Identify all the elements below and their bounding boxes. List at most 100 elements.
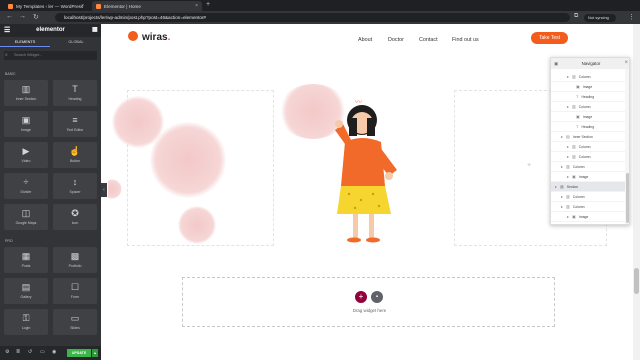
take-test-button[interactable]: Take Test bbox=[531, 32, 568, 44]
widget-text-editor[interactable]: ≡ Text Editor bbox=[53, 111, 97, 137]
widget-posts[interactable]: ▦ Posts bbox=[4, 247, 48, 273]
widget-icon[interactable]: ✪ Icon bbox=[53, 204, 97, 230]
widget-label: Inner Section bbox=[15, 97, 37, 101]
navigator-item-heading[interactable]: T Heading bbox=[551, 122, 625, 132]
navigator-item-image[interactable]: ▣ Image bbox=[551, 82, 625, 92]
navigator-item-image[interactable]: ▸ ▣ Image bbox=[551, 172, 625, 182]
navigator-item-column[interactable]: ▸ ▥ Column bbox=[551, 72, 625, 82]
hamburger-icon[interactable]: ☰ bbox=[4, 24, 10, 37]
widget-heading[interactable]: T Heading bbox=[53, 80, 97, 106]
expand-caret-icon[interactable]: ▸ bbox=[567, 144, 569, 149]
star-icon: ✪ bbox=[71, 208, 79, 218]
reload-icon[interactable]: ↻ bbox=[33, 13, 39, 21]
login-icon: ⚿ bbox=[22, 313, 30, 323]
expand-caret-icon[interactable]: ▸ bbox=[567, 74, 569, 79]
widget-video[interactable]: ▶ Video bbox=[4, 142, 48, 168]
navigator-layers-icon[interactable]: ≣ bbox=[16, 349, 20, 355]
add-section-plus-icon[interactable]: + bbox=[355, 291, 367, 303]
forward-icon[interactable]: → bbox=[19, 13, 26, 20]
expand-caret-icon[interactable]: ▸ bbox=[555, 184, 557, 189]
widget-button[interactable]: ☝ Button bbox=[53, 142, 97, 168]
navigator-item-section[interactable]: ▸ ▦ Section bbox=[551, 182, 625, 192]
extensions-icon[interactable]: ⧉ bbox=[574, 13, 578, 20]
empty-section-dropzone[interactable]: + ▪ Drag widget here bbox=[182, 277, 555, 327]
widget-portfolio[interactable]: ▩ Portfolio bbox=[53, 247, 97, 273]
navigator-item-label: Section bbox=[566, 185, 579, 189]
button-icon: ☝ bbox=[69, 146, 81, 156]
navigator-scroll-thumb[interactable] bbox=[626, 173, 629, 223]
preview-eye-icon[interactable]: ◉ bbox=[52, 349, 56, 355]
navigator-header[interactable]: ▣ Navigator × bbox=[551, 58, 629, 69]
navigator-item-image[interactable]: ▣ Image bbox=[551, 112, 625, 122]
navigator-collapse-icon[interactable]: ▣ bbox=[554, 58, 558, 69]
navigator-item-column[interactable]: ▸ ▥ Column bbox=[551, 162, 625, 172]
nav-doctor[interactable]: Doctor bbox=[388, 37, 404, 43]
menu-icon[interactable]: ⋮ bbox=[628, 13, 635, 21]
browser-tab-elementor[interactable]: Elementor | Home × bbox=[92, 1, 202, 11]
close-tab-icon[interactable]: × bbox=[195, 3, 198, 9]
nav-about[interactable]: About bbox=[358, 37, 372, 43]
expand-caret-icon[interactable]: ▸ bbox=[567, 104, 569, 109]
tab-global[interactable]: GLOBAL bbox=[51, 37, 101, 47]
widget-inner-section[interactable]: ▥ Inner Section bbox=[4, 80, 48, 106]
new-tab-button[interactable]: + bbox=[206, 1, 210, 8]
navigator-item-column[interactable]: ▸ ▥ Column bbox=[551, 102, 625, 112]
settings-gear-icon[interactable]: ⚙ bbox=[5, 349, 9, 355]
navigator-item-label: Column bbox=[578, 155, 591, 159]
site-logo[interactable]: wiras. bbox=[128, 31, 170, 43]
navigator-item-column[interactable]: ▸ ▥ Column bbox=[551, 202, 625, 212]
expand-caret-icon[interactable]: ▸ bbox=[567, 174, 569, 179]
navigator-item-label: Column bbox=[578, 145, 591, 149]
history-icon[interactable]: ↺ bbox=[28, 349, 32, 355]
navigator-scrollbar[interactable] bbox=[625, 69, 629, 224]
svg-text:〰: 〰 bbox=[355, 99, 362, 106]
tab-elements[interactable]: ELEMENTS bbox=[0, 37, 50, 47]
expand-caret-icon[interactable]: ▸ bbox=[567, 214, 569, 219]
expand-caret-icon[interactable]: ▸ bbox=[561, 194, 563, 199]
add-element-plus-icon[interactable]: + bbox=[527, 162, 531, 169]
widget-google-maps[interactable]: ◫ Google Maps bbox=[4, 204, 48, 230]
expand-caret-icon[interactable]: ▸ bbox=[561, 164, 563, 169]
nav-contact[interactable]: Contact bbox=[419, 37, 438, 43]
page-scrollbar[interactable] bbox=[633, 24, 640, 360]
widgets-grid-icon[interactable]: ▦ bbox=[92, 24, 98, 37]
collapse-panel-chevron-icon[interactable]: ‹ bbox=[101, 183, 107, 197]
expand-caret-icon[interactable]: ▸ bbox=[567, 154, 569, 159]
elementor-favicon-icon bbox=[96, 3, 101, 9]
back-icon[interactable]: ← bbox=[6, 13, 13, 20]
divider-icon: ÷ bbox=[23, 177, 29, 187]
close-icon[interactable]: × bbox=[624, 58, 628, 69]
widget-form[interactable]: ☐ Form bbox=[53, 278, 97, 304]
update-options-chevron-icon[interactable]: ▴ bbox=[92, 349, 98, 357]
expand-caret-icon[interactable]: ▸ bbox=[561, 134, 563, 139]
widget-login[interactable]: ⚿ Login bbox=[4, 309, 48, 335]
form-icon: ☐ bbox=[70, 282, 80, 292]
navigator-item-image[interactable]: ▸ ▣ Image bbox=[551, 212, 625, 222]
browser-tab-wordpress[interactable]: My Templates ‹ ler — WordPress × bbox=[4, 1, 88, 11]
navigator-item-column[interactable]: ▸ ▥ Column bbox=[551, 142, 625, 152]
tab-title: Elementor | Home bbox=[104, 3, 141, 9]
add-template-folder-icon[interactable]: ▪ bbox=[371, 291, 383, 303]
widget-label: Button bbox=[69, 159, 81, 163]
navigator-item-heading[interactable]: T Heading bbox=[551, 92, 625, 102]
widget-image[interactable]: ▣ Image bbox=[4, 111, 48, 137]
widget-gallery[interactable]: ▤ Gallery bbox=[4, 278, 48, 304]
update-button[interactable]: UPDATE bbox=[67, 349, 91, 357]
navigator-item-column[interactable]: ▸ ▥ Column bbox=[551, 192, 625, 202]
virus-image bbox=[178, 206, 216, 244]
page-scroll-thumb[interactable] bbox=[634, 268, 639, 294]
sync-status-button[interactable]: Not syncing bbox=[584, 13, 616, 22]
search-icon: ⌕ bbox=[5, 52, 8, 58]
address-bar[interactable]: localhost/projects/ler/wp-admin/post.php… bbox=[55, 13, 570, 22]
widget-slides[interactable]: ▭ Slides bbox=[53, 309, 97, 335]
nav-find-out-us[interactable]: Find out us bbox=[452, 37, 479, 43]
widget-label: Gallery bbox=[20, 295, 32, 299]
close-tab-icon[interactable]: × bbox=[81, 3, 84, 9]
responsive-mode-icon[interactable]: ▭ bbox=[40, 349, 45, 355]
navigator-item-column[interactable]: ▸ ▥ Column bbox=[551, 152, 625, 162]
expand-caret-icon[interactable]: ▸ bbox=[561, 204, 563, 209]
widget-search-input[interactable]: Search Widget... bbox=[4, 51, 97, 60]
navigator-item-inner-section[interactable]: ▸ ▤ Inner Section bbox=[551, 132, 625, 142]
widget-divider[interactable]: ÷ Divider bbox=[4, 173, 48, 199]
widget-spacer[interactable]: ↕ Spacer bbox=[53, 173, 97, 199]
